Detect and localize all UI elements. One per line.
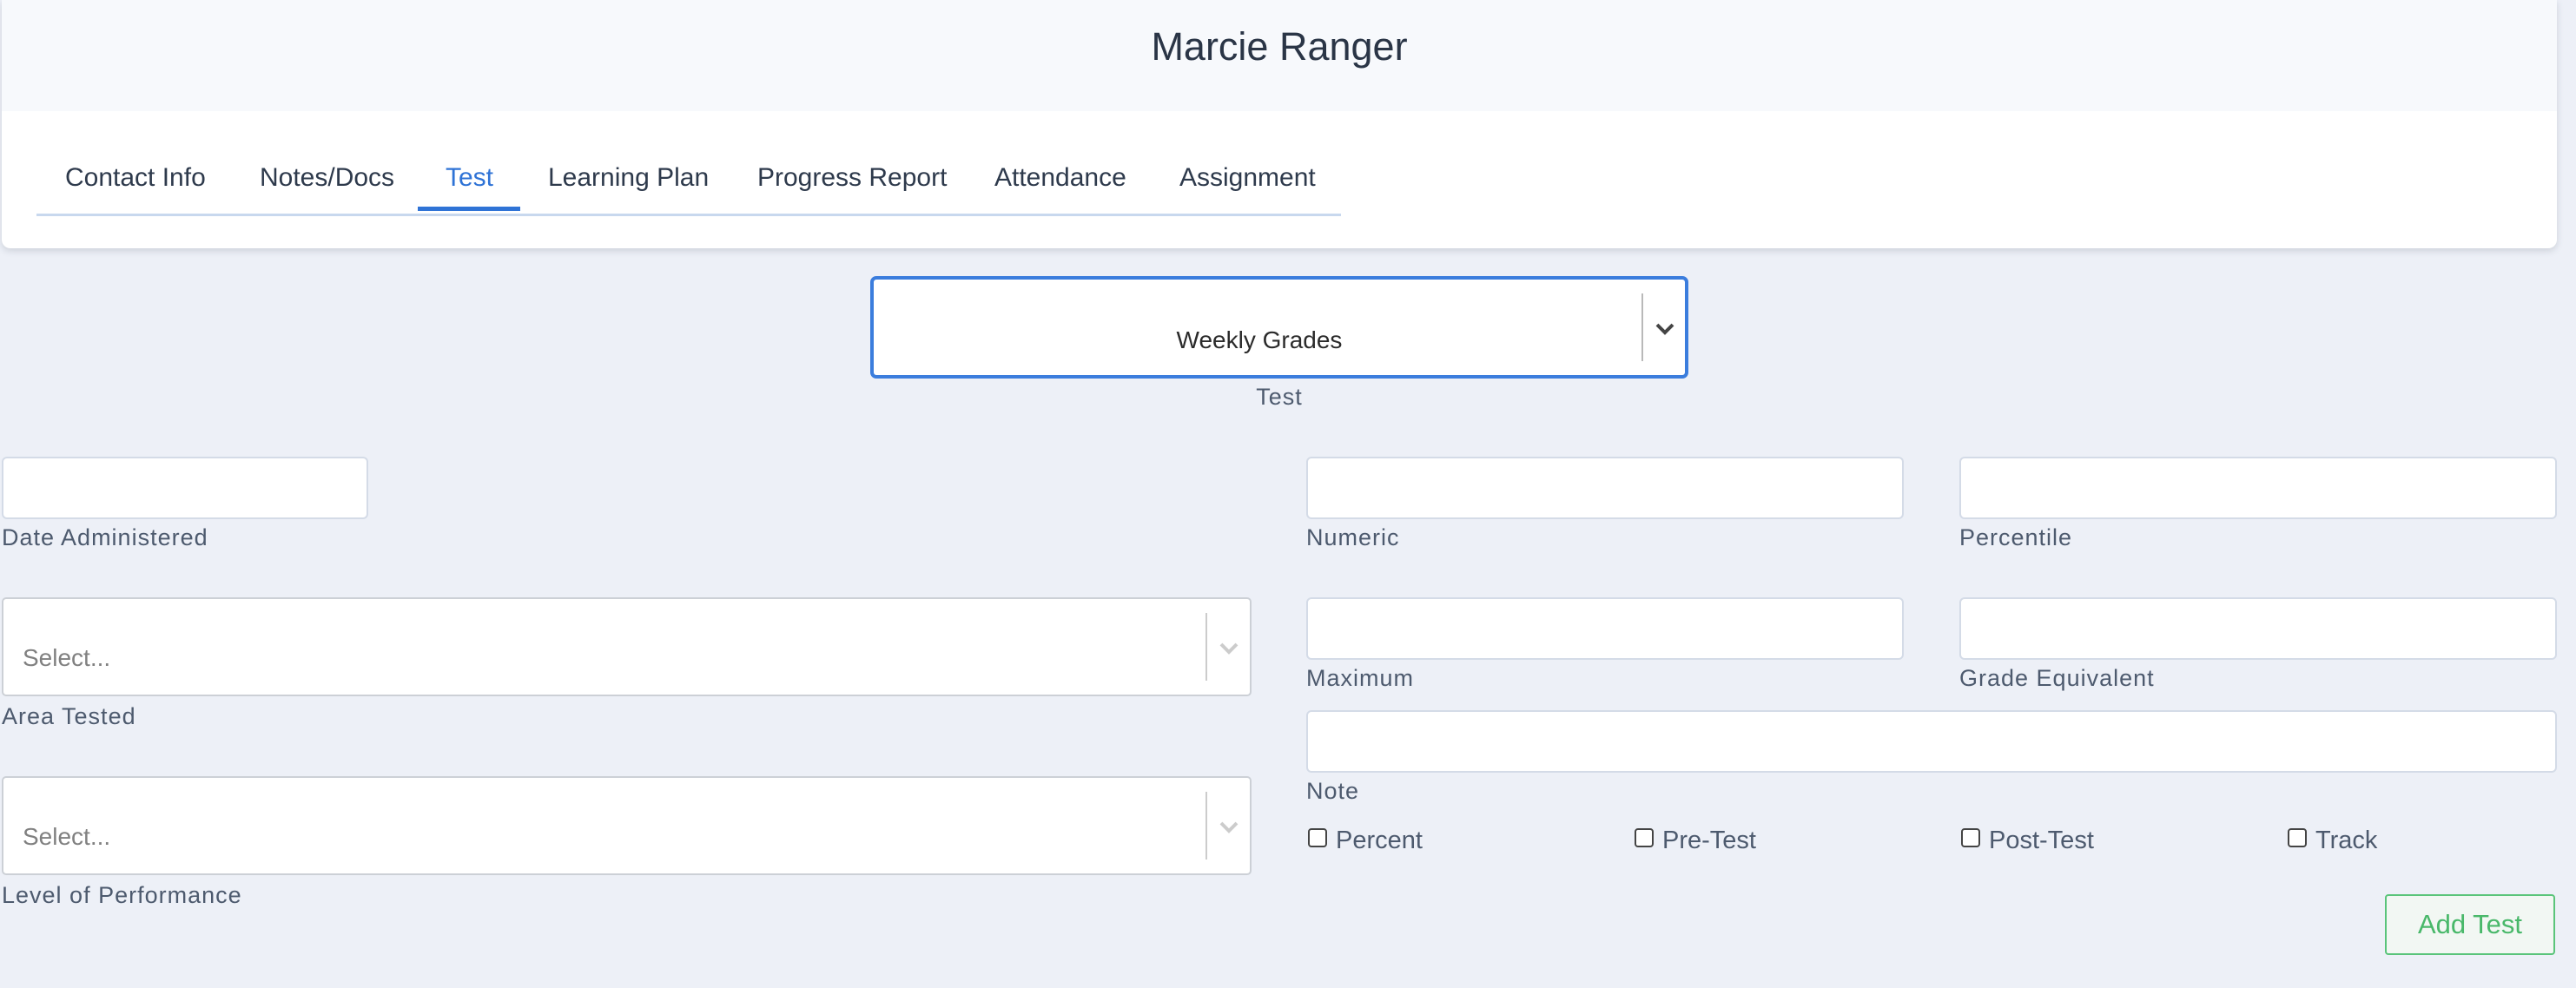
- pre-test-checkbox[interactable]: [1635, 828, 1654, 847]
- tab-contact-info[interactable]: Contact Info: [65, 163, 206, 193]
- maximum-input[interactable]: [1306, 597, 1904, 660]
- level-of-performance-label: Level of Performance: [2, 882, 242, 908]
- student-header-card: Marcie Ranger Contact Info Notes/Docs Te…: [2, 0, 2557, 248]
- tab-progress-report[interactable]: Progress Report: [757, 163, 947, 193]
- track-checkbox-label: Track: [2315, 827, 2378, 854]
- numeric-input[interactable]: [1306, 457, 1904, 519]
- chevron-down-icon[interactable]: [1652, 316, 1678, 342]
- area-tested-placeholder: Select...: [23, 644, 111, 671]
- post-test-checkbox-label: Post-Test: [1989, 827, 2094, 854]
- tab-learning-plan[interactable]: Learning Plan: [548, 163, 709, 193]
- track-checkbox[interactable]: [2288, 828, 2307, 847]
- grade-equivalent-input[interactable]: [1959, 597, 2557, 660]
- percent-checkbox-label: Percent: [1336, 827, 1423, 854]
- tab-notes-docs[interactable]: Notes/Docs: [260, 163, 394, 193]
- tab-assignment[interactable]: Assignment: [1179, 163, 1316, 193]
- post-test-checkbox[interactable]: [1961, 828, 1980, 847]
- level-of-performance-select[interactable]: Select...: [2, 776, 1252, 875]
- select-separator: [1641, 293, 1643, 361]
- percentile-input[interactable]: [1959, 457, 2557, 519]
- tab-bar: Contact Info Notes/Docs Test Learning Pl…: [36, 155, 1341, 216]
- grade-equivalent-label: Grade Equivalent: [1959, 665, 2155, 691]
- test-select[interactable]: Weekly Grades: [870, 276, 1688, 379]
- note-input[interactable]: [1306, 710, 2557, 773]
- tab-test[interactable]: Test: [446, 163, 493, 193]
- chevron-down-icon[interactable]: [1216, 636, 1242, 662]
- area-tested-label: Area Tested: [2, 703, 136, 729]
- test-select-label: Test: [1256, 384, 1303, 410]
- tab-attendance[interactable]: Attendance: [994, 163, 1126, 193]
- chevron-down-icon[interactable]: [1216, 814, 1242, 840]
- test-select-value: Weekly Grades: [1176, 326, 1343, 353]
- area-tested-select[interactable]: Select...: [2, 597, 1252, 696]
- pre-test-checkbox-label: Pre-Test: [1662, 827, 1756, 854]
- select-separator: [1205, 792, 1207, 860]
- student-name: Marcie Ranger: [1151, 24, 1408, 69]
- numeric-label: Numeric: [1306, 524, 1400, 550]
- level-of-performance-placeholder: Select...: [23, 823, 111, 850]
- maximum-label: Maximum: [1306, 665, 1415, 691]
- date-administered-label: Date Administered: [2, 524, 208, 550]
- percent-checkbox[interactable]: [1308, 828, 1327, 847]
- percentile-label: Percentile: [1959, 524, 2073, 550]
- select-separator: [1205, 613, 1207, 681]
- card-header: Marcie Ranger: [2, 0, 2557, 111]
- add-test-button[interactable]: Add Test: [2385, 894, 2555, 955]
- date-administered-input[interactable]: [2, 457, 368, 519]
- active-tab-indicator: [418, 207, 520, 211]
- note-label: Note: [1306, 778, 1360, 804]
